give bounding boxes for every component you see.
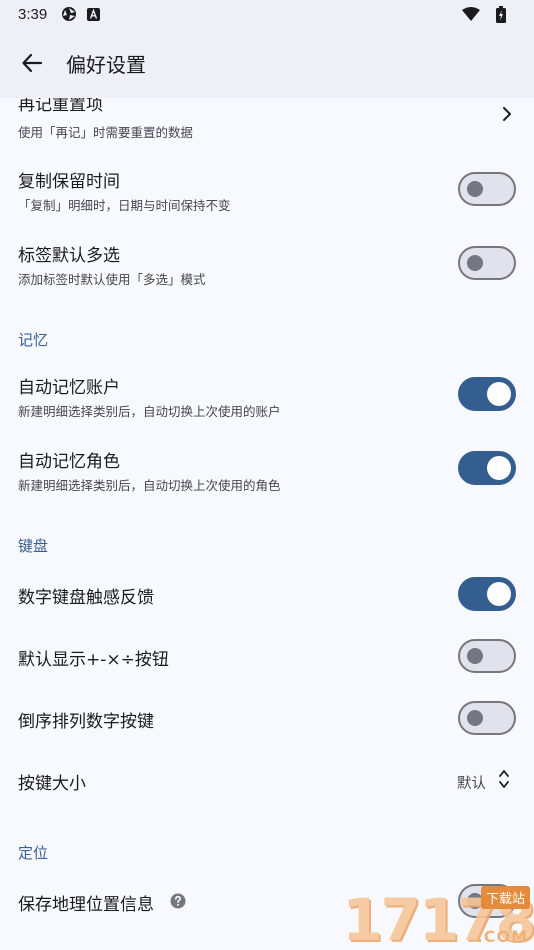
reverse-numpad-switch[interactable]: [458, 701, 516, 735]
auto-remember-role-switch[interactable]: [458, 451, 516, 485]
row-title: 再记重置项: [18, 98, 103, 115]
settings-row-show-operators[interactable]: 默认显示+-×÷按钮: [0, 625, 534, 687]
key-size-value[interactable]: 默认: [457, 772, 486, 793]
help-circle-icon[interactable]: [170, 893, 186, 913]
font-a-icon: [87, 7, 101, 21]
show-operators-switch[interactable]: [458, 639, 516, 673]
camera-shutter-icon: [61, 6, 77, 22]
save-location-switch[interactable]: [458, 884, 516, 918]
row-title: 标签默认多选: [18, 246, 120, 266]
settings-row-save-location[interactable]: 保存地理位置信息: [0, 870, 534, 932]
settings-row-auto-remember-account[interactable]: 自动记忆账户 新建明细选择类别后，自动切换上次使用的账户: [0, 358, 534, 432]
numpad-haptic-switch[interactable]: [458, 577, 516, 611]
settings-row-reverse-numpad[interactable]: 倒序排列数字按键: [0, 687, 534, 749]
app-bar: 偏好设置: [0, 28, 534, 98]
settings-row-tag-multi-select[interactable]: 标签默认多选 添加标签时默认使用「多选」模式: [0, 226, 534, 300]
row-title: 自动记忆角色: [18, 452, 120, 472]
row-title: 复制保留时间: [18, 172, 120, 192]
row-subtitle: 使用「再记」时需要重置的数据: [18, 125, 194, 140]
auto-remember-account-switch[interactable]: [458, 377, 516, 411]
row-title: 保存地理位置信息: [18, 895, 154, 915]
settings-row-key-size[interactable]: 按键大小 默认: [0, 749, 534, 811]
page-title: 偏好设置: [66, 52, 146, 77]
settings-row-auto-remember-role[interactable]: 自动记忆角色 新建明细选择类别后，自动切换上次使用的角色: [0, 432, 534, 506]
back-button[interactable]: [0, 31, 64, 95]
row-title: 倒序排列数字按键: [18, 712, 154, 732]
row-title: 自动记忆账户: [18, 378, 120, 398]
status-bar: 3:39: [0, 0, 534, 28]
row-subtitle: 「复制」明细时，日期与时间保持不变: [18, 198, 231, 213]
row-subtitle: 新建明细选择类别后，自动切换上次使用的角色: [18, 478, 281, 493]
section-header-location: 定位: [18, 844, 49, 862]
wifi-icon: [462, 7, 480, 21]
section-header-memory: 记忆: [18, 331, 49, 349]
row-title: 默认显示+-×÷按钮: [18, 650, 169, 670]
battery-charging-icon: [496, 5, 506, 23]
settings-row-reset-item[interactable]: 再记重置项 使用「再记」时需要重置的数据: [0, 98, 534, 150]
status-time: 3:39: [18, 5, 48, 23]
settings-row-copy-keep-time[interactable]: 复制保留时间 「复制」明细时，日期与时间保持不变: [0, 152, 534, 226]
settings-row-numpad-haptic[interactable]: 数字键盘触感反馈: [0, 563, 534, 625]
tag-multi-select-switch[interactable]: [458, 246, 516, 280]
row-subtitle: 新建明细选择类别后，自动切换上次使用的账户: [18, 404, 281, 419]
unfold-more-icon[interactable]: [498, 768, 510, 794]
copy-keep-time-switch[interactable]: [458, 172, 516, 206]
arrow-left-icon: [22, 53, 43, 73]
settings-list[interactable]: 再记重置项 使用「再记」时需要重置的数据 复制保留时间 「复制」明细时，日期与时…: [0, 98, 534, 950]
row-title: 数字键盘触感反馈: [18, 588, 154, 608]
row-subtitle: 添加标签时默认使用「多选」模式: [18, 272, 206, 287]
chevron-right-icon: [502, 106, 512, 126]
row-title: 按键大小: [18, 774, 86, 794]
section-header-keyboard: 键盘: [18, 537, 49, 555]
